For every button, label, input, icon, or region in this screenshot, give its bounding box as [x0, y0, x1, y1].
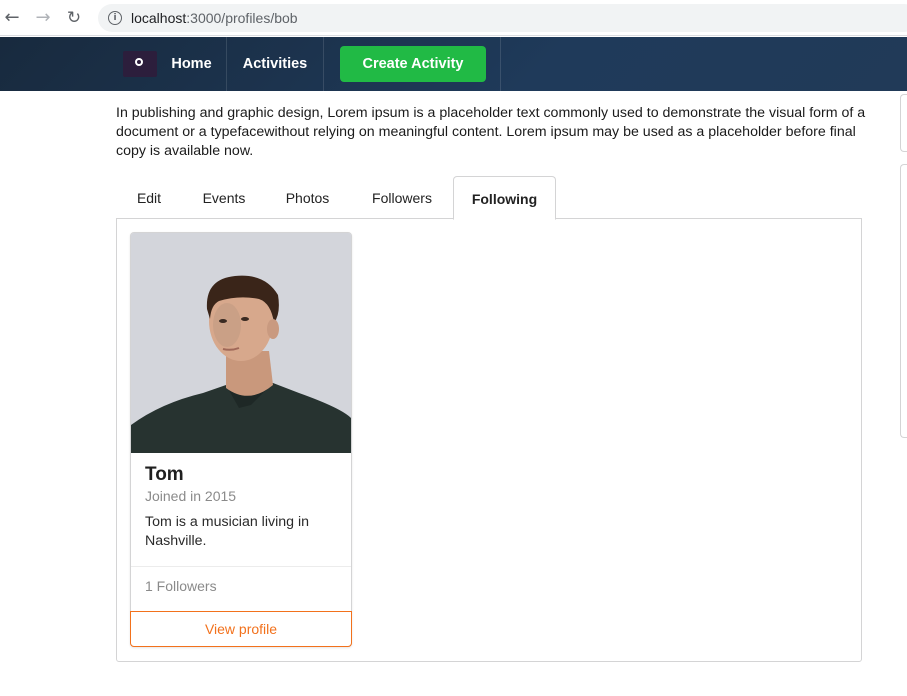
tab-followers[interactable]: Followers [361, 176, 443, 218]
profile-photo[interactable] [131, 233, 351, 453]
url-path: :3000/profiles/bob [186, 10, 298, 26]
tab-photos[interactable]: Photos [271, 176, 344, 218]
url-text[interactable]: localhost:3000/profiles/bob [131, 10, 298, 26]
profile-bio: In publishing and graphic design, Lorem … [116, 105, 866, 159]
profile-tabs: Edit Events Photos Followers Following [116, 176, 862, 220]
card-description: Tom is a musician living in Nashville. [145, 514, 310, 549]
right-sidebar-edge [900, 94, 907, 438]
arrow-left-icon[interactable]: ← [2, 8, 22, 28]
url-host: localhost [131, 10, 187, 26]
profile-card[interactable]: Tom Joined in 2015 Tom is a musician liv… [130, 232, 352, 647]
arrow-right-icon[interactable]: → [33, 8, 53, 28]
tab-following[interactable]: Following [453, 176, 556, 220]
browser-toolbar: ← → ↻ i localhost:3000/profiles/bob [0, 0, 907, 36]
nav-create-wrapper: Create Activity [324, 37, 501, 91]
info-icon[interactable]: i [108, 11, 122, 25]
address-bar[interactable]: i localhost:3000/profiles/bob [98, 4, 907, 32]
main-navbar: Home Activities Create Activity [0, 37, 907, 91]
tab-events[interactable]: Events [188, 176, 260, 218]
card-followers-count: 1 Followers [145, 578, 217, 594]
logo-icon[interactable] [123, 51, 157, 77]
view-profile-button[interactable]: View profile [130, 611, 352, 647]
create-activity-button[interactable]: Create Activity [340, 46, 486, 82]
reload-icon[interactable]: ↻ [64, 8, 84, 28]
nav-activities[interactable]: Activities [227, 37, 324, 91]
tab-edit[interactable]: Edit [116, 176, 182, 218]
nav-home[interactable]: Home [157, 37, 227, 91]
card-divider [131, 566, 351, 567]
card-name: Tom [145, 464, 184, 485]
card-joined: Joined in 2015 [145, 488, 237, 504]
